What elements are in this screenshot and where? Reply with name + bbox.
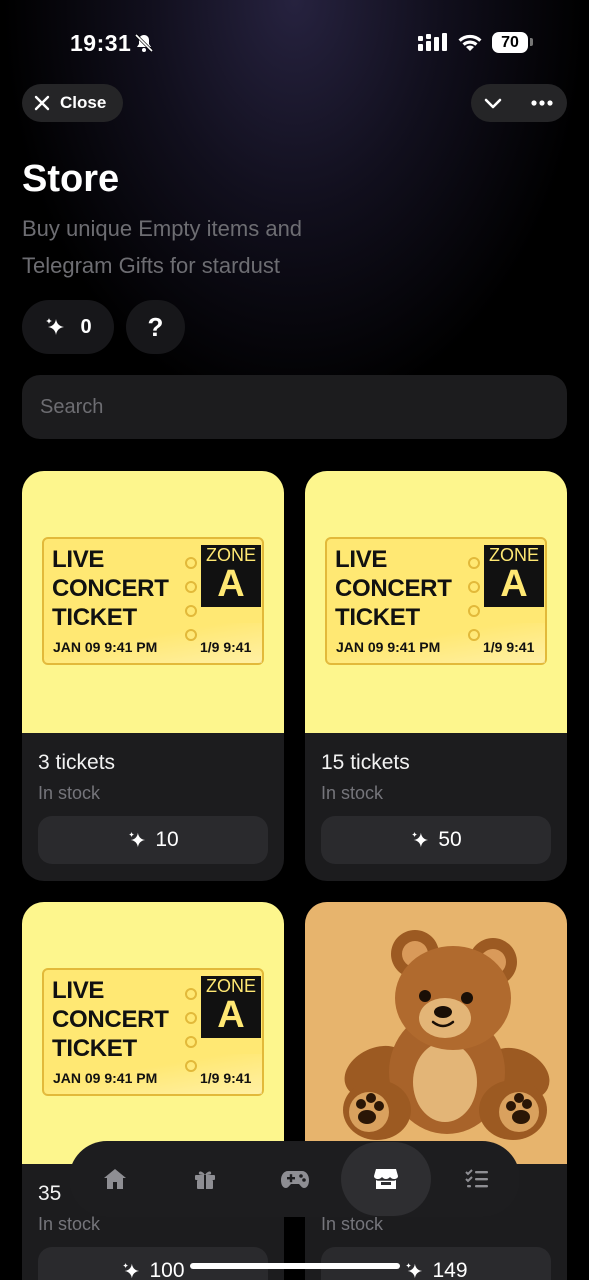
- item-name: 35: [38, 1182, 62, 1205]
- page-title: Store: [22, 158, 120, 200]
- close-button[interactable]: Close: [22, 84, 123, 122]
- teddy-bear-image: [305, 902, 567, 1164]
- battery-indicator: 70: [492, 32, 528, 53]
- item-stock: In stock: [321, 1214, 384, 1234]
- page-subtitle: Buy unique Empty items and Telegram Gift…: [22, 216, 303, 278]
- nav-gifts[interactable]: [167, 1141, 243, 1217]
- item-stock: In stock: [38, 1214, 101, 1234]
- store-item-card[interactable]: In stock 149: [305, 902, 567, 1280]
- home-indicator: [190, 1263, 400, 1269]
- item-stock: In stock: [321, 783, 384, 803]
- home-icon: [104, 1169, 126, 1189]
- status-time: 19:31: [70, 30, 132, 56]
- ticket-image: LIVE CONCERT TICKET ZONE A JAN 09 9:41 PM 1…: [22, 902, 284, 1164]
- help-icon: ?: [147, 311, 164, 342]
- sparkles-icon: [412, 831, 429, 848]
- price-value: 100: [149, 1259, 185, 1280]
- header-actions: [471, 84, 567, 122]
- bell-muted-icon: [134, 33, 154, 53]
- store-item-card[interactable]: LIVE CONCERT TICKET ZONE A JAN 09 9:41 PM 1…: [22, 471, 284, 881]
- sparkles-icon: [129, 831, 146, 848]
- wifi-icon: [458, 34, 482, 51]
- status-bar: 19:31 70: [0, 0, 589, 88]
- price-value: 10: [155, 828, 179, 851]
- balance-value: 0: [80, 315, 92, 338]
- more-icon[interactable]: [531, 100, 553, 106]
- store-icon: [374, 1169, 398, 1189]
- help-button[interactable]: ?: [126, 300, 185, 354]
- concert-ticket-art: LIVE CONCERT TICKET ZONE A JAN 09 9:41 PM 1…: [42, 537, 264, 665]
- search-input[interactable]: [38, 394, 567, 420]
- buy-button[interactable]: 10: [38, 816, 268, 864]
- ticket-image: LIVE CONCERT TICKET ZONE A JAN 09 9:41 PM 1…: [305, 471, 567, 733]
- sparkles-icon: [123, 1262, 140, 1279]
- buy-button[interactable]: 50: [321, 816, 551, 864]
- store-item-card[interactable]: LIVE CONCERT TICKET ZONE A JAN 09 9:41 PM 1…: [22, 902, 284, 1280]
- chevron-down-icon[interactable]: [483, 93, 503, 113]
- gift-icon: [195, 1171, 215, 1189]
- teddy-bear-icon: [343, 930, 550, 1140]
- ticket-image: LIVE CONCERT TICKET ZONE A JAN 09 9:41 PM 1…: [22, 471, 284, 733]
- gamepad-icon: [281, 1171, 309, 1188]
- tasks-icon: [465, 1169, 488, 1188]
- battery-tip: [530, 38, 533, 46]
- concert-ticket-art: LIVE CONCERT TICKET ZONE A JAN 09 9:41 PM 1…: [325, 537, 547, 665]
- item-name: 15 tickets: [321, 751, 410, 774]
- price-value: 149: [432, 1259, 468, 1280]
- signal-icon: [418, 33, 447, 51]
- close-icon: [34, 95, 50, 111]
- nav-home[interactable]: [77, 1141, 153, 1217]
- sparkles-icon: [406, 1262, 423, 1279]
- close-label: Close: [60, 93, 107, 112]
- bottom-nav: [69, 1141, 520, 1217]
- sparkles-icon: [46, 318, 65, 335]
- stardust-balance[interactable]: 0: [22, 300, 114, 354]
- nav-games[interactable]: [257, 1141, 333, 1217]
- search-field[interactable]: [22, 375, 567, 439]
- price-value: 50: [438, 828, 462, 851]
- item-name: 3 tickets: [38, 751, 116, 774]
- item-stock: In stock: [38, 783, 101, 803]
- nav-tasks[interactable]: [439, 1141, 515, 1217]
- store-item-card[interactable]: LIVE CONCERT TICKET ZONE A JAN 09 9:41 PM 1…: [305, 471, 567, 881]
- nav-store[interactable]: [341, 1142, 431, 1216]
- concert-ticket-art: LIVE CONCERT TICKET ZONE A JAN 09 9:41 PM 1…: [42, 968, 264, 1096]
